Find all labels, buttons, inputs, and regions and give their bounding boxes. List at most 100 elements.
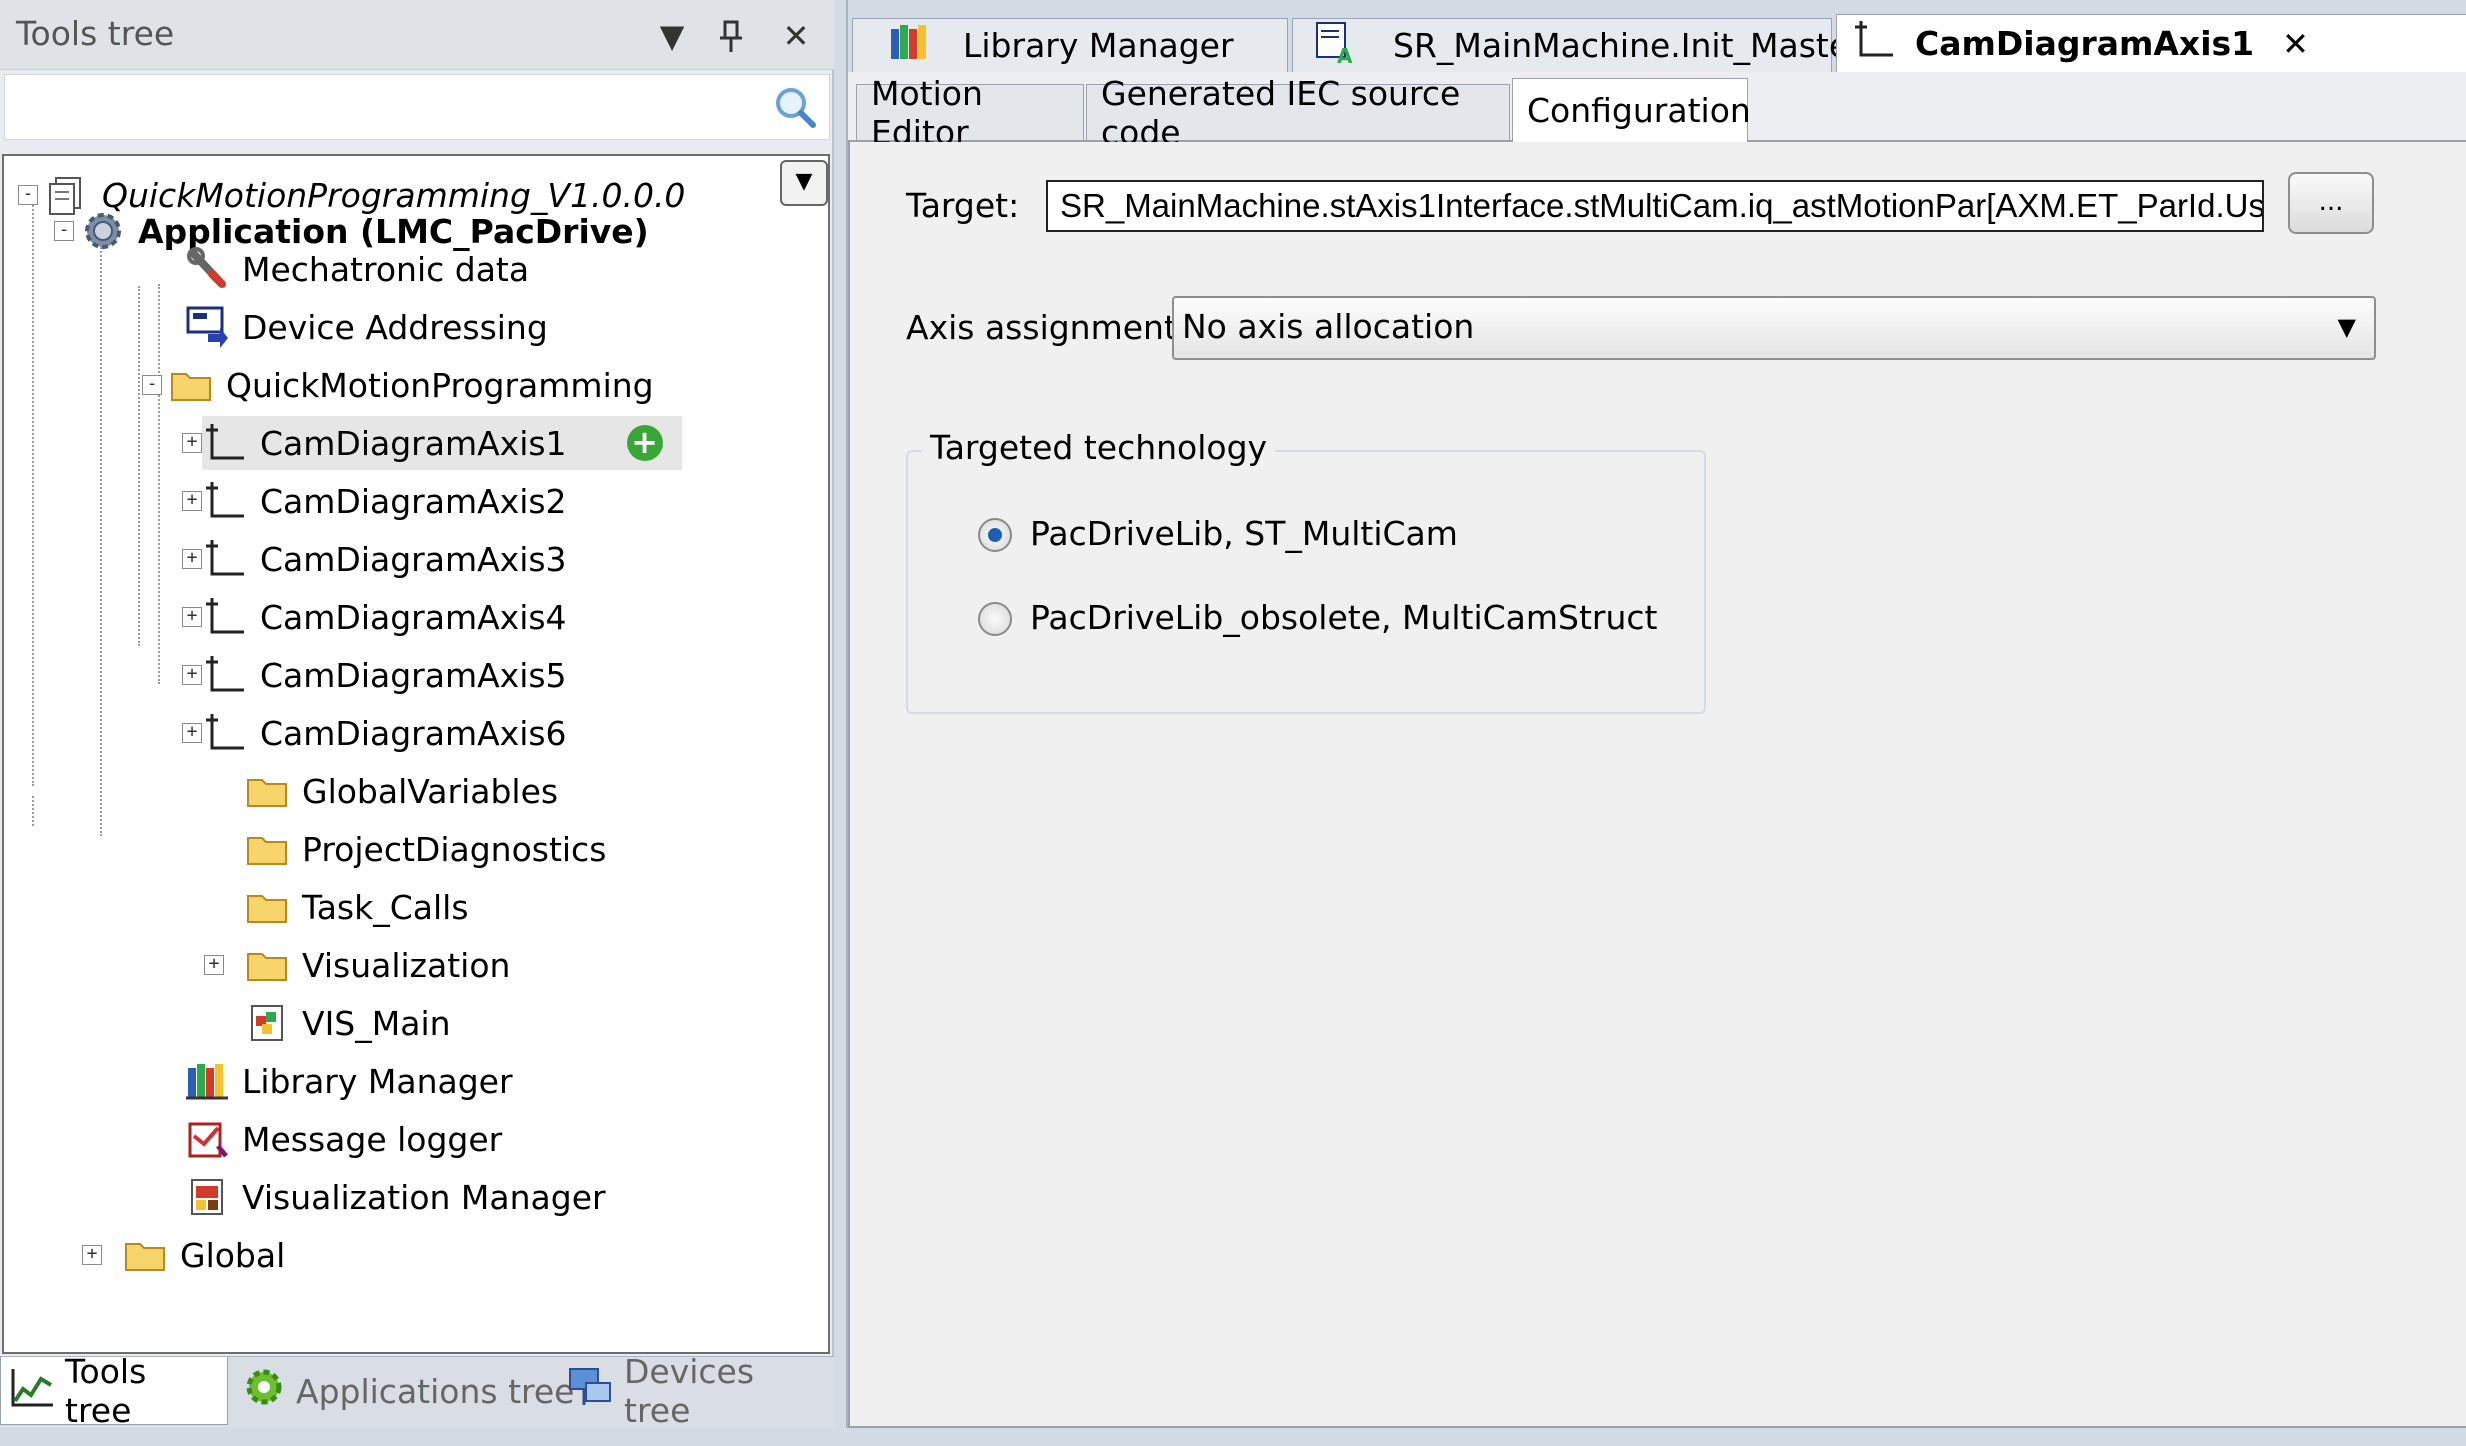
tree-item-camdiagramaxis2[interactable]: + CamDiagramAxis2 xyxy=(182,474,567,528)
library-icon xyxy=(184,1058,230,1104)
editor-sub-tabs: Motion Editor Generated IEC source code … xyxy=(848,74,2466,152)
folder-icon xyxy=(244,826,290,872)
svg-text:A: A xyxy=(1337,44,1353,65)
expand-icon[interactable]: + xyxy=(204,955,224,975)
tree-item-visualization[interactable]: + Visualization xyxy=(204,938,511,992)
tree-item-camdiagramaxis1[interactable]: + CamDiagramAxis1 + xyxy=(182,416,682,470)
tree-item-library-manager[interactable]: Library Manager xyxy=(184,1054,513,1108)
tab-tools-tree[interactable]: Tools tree xyxy=(0,1352,228,1430)
tree-item-global[interactable]: + Global xyxy=(82,1228,285,1282)
tree-item-label: Message logger xyxy=(242,1119,503,1159)
tab-label: Motion Editor xyxy=(871,73,983,152)
panel-title-bar: Tools tree ▼ ✕ xyxy=(0,0,834,70)
tree-item-label: ProjectDiagnostics xyxy=(302,829,607,869)
tree-item-task-calls[interactable]: Task_Calls xyxy=(244,880,469,934)
tab-label: Applications tree xyxy=(296,1371,575,1411)
tree-item-visualization-manager[interactable]: Visualization Manager xyxy=(184,1170,606,1224)
tree-item-vis-main[interactable]: VIS_Main xyxy=(244,996,451,1050)
message-logger-icon xyxy=(184,1116,230,1162)
expand-icon[interactable]: + xyxy=(182,665,202,685)
tree-search-input[interactable] xyxy=(4,74,830,140)
tree-item-label: CamDiagramAxis2 xyxy=(260,481,567,521)
radio-multicamstruct-label[interactable]: PacDriveLib_obsolete, MultiCamStruct xyxy=(1030,598,1658,637)
doc-tab-camdiagramaxis1[interactable]: CamDiagramAxis1 ✕ xyxy=(1836,14,2466,72)
tree-item-label: Device Addressing xyxy=(242,307,548,347)
close-panel-icon[interactable]: ✕ xyxy=(774,14,818,58)
editor-area: Library Manager A SR_MainMachine.Init_Ma… xyxy=(846,0,2466,1428)
expand-icon[interactable]: + xyxy=(182,549,202,569)
cam-diagram-icon xyxy=(202,536,248,582)
axis-assignment-select[interactable]: No axis allocation ▼ xyxy=(1172,296,2376,360)
targeted-technology-group xyxy=(906,450,1706,714)
tab-label: Library Manager xyxy=(963,26,1234,65)
tree-item-projectdiagnostics[interactable]: ProjectDiagnostics xyxy=(244,822,606,876)
pin-icon[interactable] xyxy=(710,14,754,58)
search-icon[interactable] xyxy=(771,83,819,131)
cam-diagram-icon xyxy=(202,710,248,756)
panel-title: Tools tree xyxy=(16,14,175,53)
browse-button[interactable]: ... xyxy=(2288,172,2374,234)
doc-tab-sr-mainmachine-init-master[interactable]: A SR_MainMachine.Init_Master xyxy=(1292,18,1863,73)
tree-item-camdiagramaxis6[interactable]: + CamDiagramAxis6 xyxy=(182,706,567,760)
radio-st-multicam-label[interactable]: PacDriveLib, ST_MultiCam xyxy=(1030,514,1458,553)
tree-item-label: CamDiagramAxis3 xyxy=(260,539,567,579)
expand-icon[interactable]: + xyxy=(182,607,202,627)
target-label: Target: xyxy=(906,186,1020,225)
tab-devices-tree[interactable]: Devices tree xyxy=(556,1352,834,1430)
tree-item-quickmotionprogramming[interactable]: - QuickMotionProgramming xyxy=(142,358,654,412)
tree-item-device-addressing[interactable]: Device Addressing xyxy=(184,300,548,354)
tree-item-label: CamDiagramAxis4 xyxy=(260,597,567,637)
tab-motion-editor[interactable]: Motion Editor xyxy=(856,74,1084,152)
folder-icon xyxy=(168,362,214,408)
close-tab-icon[interactable]: ✕ xyxy=(2282,25,2309,63)
tree-dropdown-button[interactable]: ▼ xyxy=(780,160,828,206)
add-icon[interactable]: + xyxy=(626,425,663,461)
tree-item-camdiagramaxis5[interactable]: + CamDiagramAxis5 xyxy=(182,648,567,702)
chevron-down-icon: ▼ xyxy=(2337,313,2356,341)
visualization-manager-icon xyxy=(184,1174,230,1220)
radio-st-multicam[interactable] xyxy=(978,518,1012,552)
cam-diagram-icon xyxy=(202,594,248,640)
targeted-technology-label: Targeted technology xyxy=(922,428,1276,467)
tab-label: Generated IEC source code xyxy=(1101,73,1461,152)
st-code-icon: A xyxy=(1311,19,1357,73)
tab-label: CamDiagramAxis1 xyxy=(1915,24,2255,63)
panel-menu-dropdown-icon[interactable]: ▼ xyxy=(650,14,694,58)
expand-icon[interactable]: + xyxy=(182,433,202,453)
collapse-icon[interactable]: - xyxy=(142,375,162,395)
tree-item-globalvariables[interactable]: GlobalVariables xyxy=(244,764,558,818)
wrench-icon xyxy=(184,246,230,292)
target-field[interactable]: SR_MainMachine.stAxis1Interface.stMultiC… xyxy=(1046,180,2264,232)
cam-diagram-icon xyxy=(1851,17,1897,71)
cam-diagram-icon xyxy=(202,652,248,698)
tree-item-camdiagramaxis4[interactable]: + CamDiagramAxis4 xyxy=(182,590,567,644)
tab-generated-iec-source-code[interactable]: Generated IEC source code xyxy=(1086,74,1510,152)
expand-icon[interactable]: + xyxy=(82,1245,102,1265)
tree-item-label: Visualization Manager xyxy=(242,1177,606,1217)
expand-icon[interactable]: + xyxy=(182,723,202,743)
collapse-icon[interactable]: - xyxy=(54,221,74,241)
tab-label: Tools tree xyxy=(65,1351,147,1430)
folder-icon xyxy=(122,1232,168,1278)
tree-item-label: Library Manager xyxy=(242,1061,513,1101)
folder-icon xyxy=(244,768,290,814)
tree-item-mechatronic-data[interactable]: Mechatronic data xyxy=(184,242,529,296)
cam-diagram-icon xyxy=(202,420,248,466)
document-tabs: Library Manager A SR_MainMachine.Init_Ma… xyxy=(848,0,2466,72)
doc-tab-library-manager[interactable]: Library Manager xyxy=(852,18,1288,72)
collapse-icon[interactable]: - xyxy=(18,185,38,205)
tab-applications-tree[interactable]: Applications tree xyxy=(232,1357,584,1425)
tab-label: Devices tree xyxy=(624,1352,755,1430)
tab-configuration[interactable]: Configuration xyxy=(1512,78,1751,142)
tree-item-label: Visualization xyxy=(302,945,511,985)
tree-item-label: CamDiagramAxis1 xyxy=(260,423,567,463)
tree-item-label: VIS_Main xyxy=(302,1003,451,1043)
tree-item-label: QuickMotionProgramming xyxy=(226,365,654,405)
cam-diagram-icon xyxy=(202,478,248,524)
gear-icon xyxy=(80,208,126,254)
tree-item-camdiagramaxis3[interactable]: + CamDiagramAxis3 xyxy=(182,532,567,586)
axis-assignment-label: Axis assignment: xyxy=(906,308,1189,347)
radio-multicamstruct[interactable] xyxy=(978,602,1012,636)
expand-icon[interactable]: + xyxy=(182,491,202,511)
tree-item-message-logger[interactable]: Message logger xyxy=(184,1112,502,1166)
